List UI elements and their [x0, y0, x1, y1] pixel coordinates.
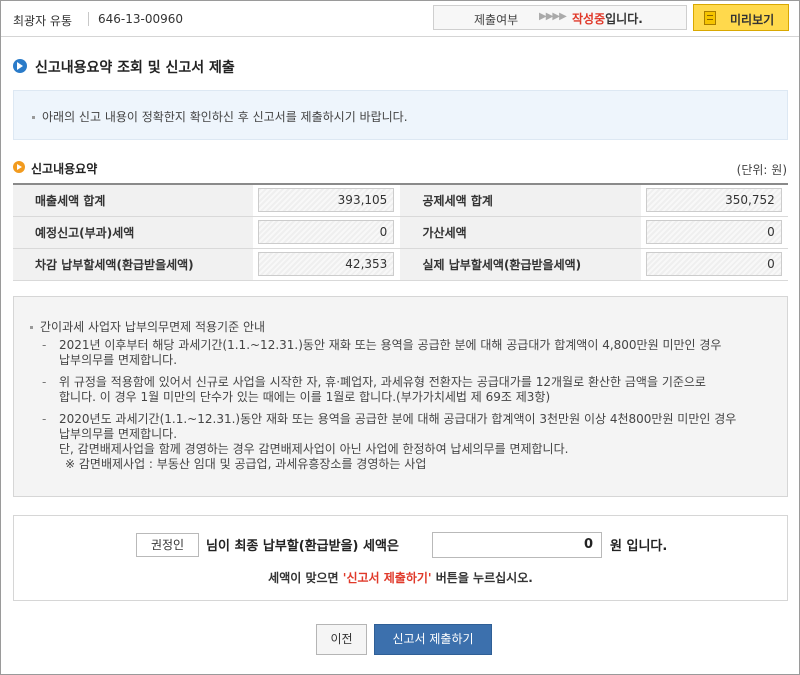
status-label: 제출여부 [474, 13, 519, 27]
notice-line: 합니다. 이 경우 1월 미만의 단수가 있는 때에는 이를 1월로 합니다.(… [59, 390, 551, 404]
table-label: 매출세액 합계 [13, 184, 254, 217]
notice-text: 위 규정을 적용함에 있어서 신규로 사업을 시작한 자, 휴·폐업자, 과세유… [42, 375, 772, 405]
table-label: 가산세액 [400, 216, 641, 249]
sales-tax-total-field: 393,105 [258, 188, 395, 213]
submission-status: 제출여부 ▶▶▶▶ 작성중입니다. [433, 5, 687, 30]
info-message: 아래의 신고 내용이 정확한지 확인하신 후 신고서를 제출하시기 바랍니다. [32, 108, 408, 125]
net-payable-tax-field: 42,353 [258, 252, 395, 276]
notice-line: ※ 감면배제사업 : 부동산 임대 및 공급업, 과세유흥장소를 경영하는 사업 [65, 457, 427, 471]
notice-line: 위 규정을 적용함에 있어서 신규로 사업을 시작한 자, 휴·폐업자, 과세유… [59, 375, 706, 389]
table-row: 예정신고(부과)세액 0 가산세액 0 [13, 216, 788, 249]
table-label: 공제세액 합계 [400, 184, 641, 217]
status-value: 작성중입니다. [572, 10, 643, 27]
status-value-highlight: 작성중 [572, 12, 606, 26]
document-icon [704, 11, 716, 25]
final-text-before: 님이 최종 납부할(환급받을) 세액은 [206, 539, 399, 554]
table-label: 차감 납부할세액(환급받을세액) [13, 248, 254, 281]
table-label: 실제 납부할세액(환급받을세액) [400, 248, 641, 281]
notice-item: - 2020년도 과세기간(1.1.~12.31.)동안 재화 또는 용역을 공… [42, 412, 772, 472]
confirm-message: 세액이 맞으면 '신고서 제출하기' 버튼을 누르십시오. [14, 569, 787, 586]
confirm-message-prefix: 세액이 맞으면 [268, 571, 343, 585]
circle-arrow-icon [13, 59, 27, 73]
estimated-tax-field: 0 [258, 220, 395, 244]
notice-heading-row: 간이과세 사업자 납부의무면제 적용기준 안내 [30, 318, 265, 335]
summary-table: 매출세액 합계 393,105 공제세액 합계 350,752 예정신고(부과)… [13, 183, 788, 281]
confirm-message-highlight: '신고서 제출하기' [342, 571, 432, 585]
circle-arrow-icon [13, 161, 25, 173]
page-title: 신고내용요약 조회 및 신고서 제출 [35, 60, 235, 76]
notice-heading: 간이과세 사업자 납부의무면제 적용기준 안내 [40, 320, 266, 334]
notice-box: 간이과세 사업자 납부의무면제 적용기준 안내 - 2021년 이후부터 해당 … [13, 296, 788, 497]
final-amount-box: 권정인 님이 최종 납부할(환급받을) 세액은 0 원 입니다. 세액이 맞으면… [13, 515, 788, 601]
notice-text: 2021년 이후부터 해당 과세기간(1.1.~12.31.)동안 재화 또는 … [42, 338, 772, 368]
table-row: 매출세액 합계 393,105 공제세액 합계 350,752 [13, 184, 788, 217]
arrows-icon: ▶▶▶▶ [539, 11, 567, 22]
window: 최광자 유통 646-13-00960 제출여부 ▶▶▶▶ 작성중입니다. 미리… [0, 0, 800, 675]
bullet-icon [30, 326, 33, 329]
dash-icon: - [42, 338, 47, 352]
submit-return-button[interactable]: 신고서 제출하기 [374, 624, 492, 655]
notice-line: 2020년도 과세기간(1.1.~12.31.)동안 재화 또는 용역을 공급한… [59, 412, 737, 426]
confirm-message-suffix: 버튼을 누르십시오. [431, 571, 533, 585]
prev-button[interactable]: 이전 [316, 624, 367, 655]
summary-title: 신고내용요약 [31, 162, 98, 176]
final-amount-field: 0 [432, 532, 602, 558]
unit-label: (단위: 원) [736, 163, 787, 177]
notice-item: - 2021년 이후부터 해당 과세기간(1.1.~12.31.)동안 재화 또… [42, 338, 772, 368]
business-name: 최광자 유통 [13, 14, 73, 28]
notice-line: 납부의무를 면제합니다. [59, 353, 178, 367]
actual-payable-tax-field: 0 [645, 252, 782, 276]
deduction-tax-total-field: 350,752 [645, 188, 782, 213]
notice-item: - 위 규정을 적용함에 있어서 신규로 사업을 시작한 자, 휴·폐업자, 과… [42, 375, 772, 405]
table-label: 예정신고(부과)세액 [13, 216, 254, 249]
divider [88, 12, 89, 26]
preview-button-label: 미리보기 [730, 13, 775, 27]
dash-icon: - [42, 375, 47, 389]
final-text-after: 원 입니다. [610, 539, 668, 554]
notice-line: 단, 감면배제사업을 함께 경영하는 경우 감면배제사업이 아닌 사업에 한정하… [59, 442, 569, 456]
info-box: 아래의 신고 내용이 정확한지 확인하신 후 신고서를 제출하시기 바랍니다. [13, 90, 788, 140]
notice-line: 납부의무를 면제합니다. [59, 427, 178, 441]
status-value-suffix: 입니다. [605, 12, 643, 26]
penalty-tax-field: 0 [645, 220, 782, 244]
taxpayer-name: 권정인 [136, 533, 199, 557]
business-number: 646-13-00960 [98, 12, 184, 26]
preview-button[interactable]: 미리보기 [693, 4, 789, 31]
notice-text: 2020년도 과세기간(1.1.~12.31.)동안 재화 또는 용역을 공급한… [42, 412, 772, 472]
table-row: 차감 납부할세액(환급받을세액) 42,353 실제 납부할세액(환급받을세액)… [13, 248, 788, 281]
info-text: 아래의 신고 내용이 정확한지 확인하신 후 신고서를 제출하시기 바랍니다. [42, 110, 408, 124]
notice-line: 2021년 이후부터 해당 과세기간(1.1.~12.31.)동안 재화 또는 … [59, 338, 722, 352]
top-bar: 최광자 유통 646-13-00960 제출여부 ▶▶▶▶ 작성중입니다. 미리… [1, 1, 799, 37]
bullet-icon [32, 116, 35, 119]
dash-icon: - [42, 412, 47, 426]
